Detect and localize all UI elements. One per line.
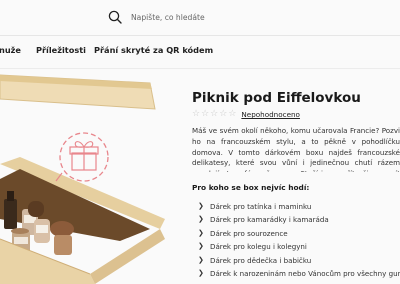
search-icon[interactable] xyxy=(108,10,122,24)
for-whom-list: ❯ Dárek pro tatínka i maminku ❯ Dárek pro … xyxy=(198,200,400,280)
chevron-right-icon: ❯ xyxy=(198,242,204,251)
star-icon[interactable]: ☆ xyxy=(201,110,209,119)
list-item: ❯ Dárek pro kolegu i kolegyni xyxy=(198,240,400,253)
product-description: Máš ve svém okolí někoho, komu učarovala… xyxy=(192,126,400,172)
chevron-right-icon: ❯ xyxy=(198,255,204,264)
list-item: ❯ Dárek pro sourozence xyxy=(198,227,400,240)
rating-link[interactable]: Nepohodnoceno xyxy=(241,110,300,119)
main-nav: nuže Příležitosti Přání skryté za QR kód… xyxy=(0,45,400,63)
star-icon[interactable]: ☆ xyxy=(228,110,236,119)
star-icon[interactable]: ☆ xyxy=(210,110,218,119)
gift-box-illustration xyxy=(0,74,165,284)
chevron-right-icon: ❯ xyxy=(198,268,204,277)
for-whom-heading: Pro koho se box nejvíc hodí: xyxy=(192,183,310,192)
chevron-right-icon: ❯ xyxy=(198,202,204,210)
star-icon[interactable]: ☆ xyxy=(192,110,200,119)
chevron-right-icon: ❯ xyxy=(198,215,204,224)
product-rating[interactable]: ☆ ☆ ☆ ☆ ☆ Nepohodnoceno xyxy=(192,110,300,120)
list-item: ❯ Dárek pro kamarádky i kamaráda xyxy=(198,213,400,226)
nav-item-qr-wishes[interactable]: Přání skryté za QR kódem xyxy=(94,45,213,55)
list-item: ❯ Dárek k narozeninám nebo Vánocům pro vš… xyxy=(198,267,400,280)
nav-item-occasions[interactable]: Příležitosti xyxy=(36,45,86,55)
list-item: ❯ Dárek pro tatínka i maminku xyxy=(198,200,400,213)
star-icon[interactable]: ☆ xyxy=(219,110,227,119)
nav-item-menu[interactable]: nuže xyxy=(0,45,21,55)
site-header xyxy=(0,0,400,36)
chevron-right-icon: ❯ xyxy=(198,228,204,237)
list-item: ❯ Dárek pro dědečka i babičku xyxy=(198,254,400,267)
search-input[interactable] xyxy=(131,12,291,22)
product-title: Piknik pod Eiffelovkou xyxy=(192,90,361,106)
product-image[interactable] xyxy=(0,69,180,284)
search-bar[interactable] xyxy=(108,6,291,28)
